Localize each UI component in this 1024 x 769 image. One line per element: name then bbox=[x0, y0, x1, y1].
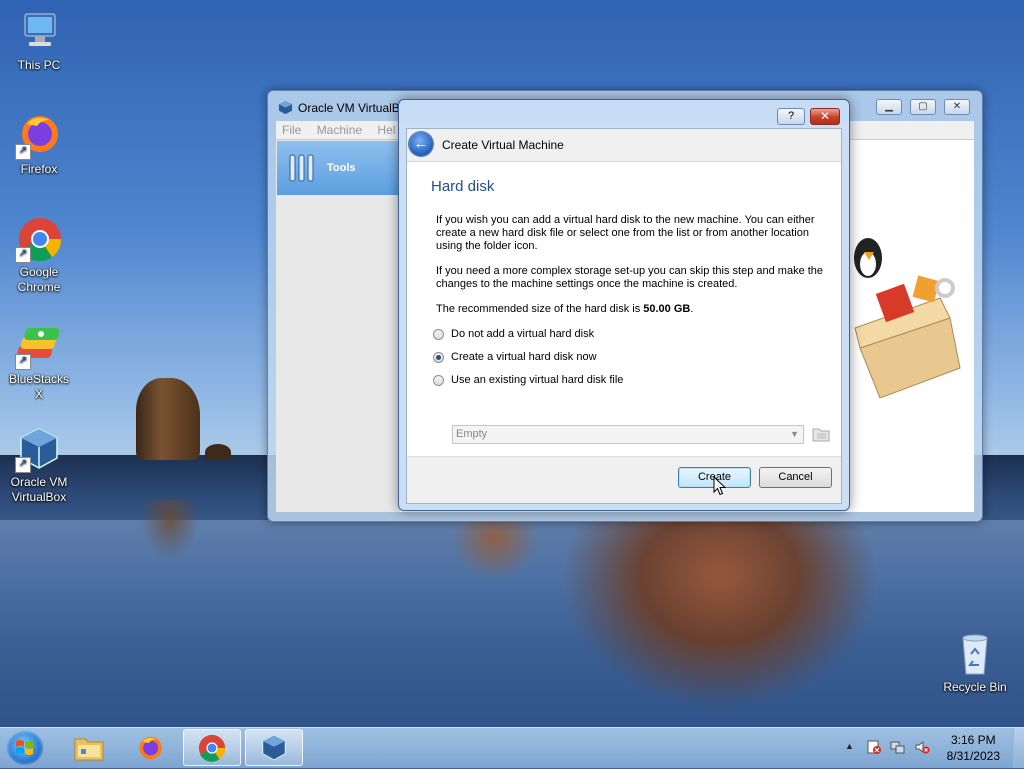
back-arrow-icon[interactable]: ← bbox=[409, 132, 433, 156]
help-button[interactable]: ? bbox=[777, 108, 805, 125]
choose-disk-folder-button[interactable] bbox=[812, 426, 830, 442]
menu-machine[interactable]: Machine bbox=[311, 121, 368, 139]
folder-icon bbox=[74, 738, 104, 760]
radio-create-disk[interactable] bbox=[433, 351, 444, 363]
option-label: Create a virtual hard disk now bbox=[451, 351, 597, 363]
existing-disk-select[interactable]: Empty ▼ bbox=[452, 425, 804, 444]
virtualbox-icon bbox=[278, 100, 293, 118]
radio-existing-disk[interactable] bbox=[433, 374, 444, 386]
desktop-icon-bluestacks[interactable]: ↗ BlueStacks X bbox=[4, 322, 74, 402]
windows-logo-icon bbox=[16, 740, 33, 755]
recycle-bin-icon bbox=[951, 630, 999, 678]
recommended-size-value: 50.00 GB bbox=[643, 303, 691, 315]
radio-no-disk[interactable] bbox=[433, 328, 444, 340]
wallpaper-reflection bbox=[560, 520, 880, 710]
machine-list-pane: Tools bbox=[276, 140, 401, 512]
folder-icon bbox=[812, 428, 830, 442]
desktop-icon-firefox[interactable]: ↗ Firefox bbox=[4, 112, 74, 177]
menu-help[interactable]: Hel bbox=[371, 121, 401, 139]
option-existing-disk[interactable]: Use an existing virtual hard disk file bbox=[433, 374, 623, 386]
page-title: Hard disk bbox=[431, 178, 495, 195]
desktop-icon-label: Firefox bbox=[20, 162, 58, 176]
wallpaper-reflection-3 bbox=[140, 500, 200, 560]
shortcut-arrow-icon: ↗ bbox=[15, 247, 31, 263]
option-create-disk[interactable]: Create a virtual hard disk now bbox=[433, 351, 597, 363]
desktop-icon-label: Recycle Bin bbox=[943, 680, 1007, 694]
bluestacks-icon: ↗ bbox=[15, 322, 63, 370]
taskbar-chrome[interactable] bbox=[183, 729, 241, 766]
window-title: Oracle VM VirtualB bbox=[298, 101, 400, 115]
clock-date: 8/31/2023 bbox=[946, 749, 1000, 763]
dialog-header: ← Create Virtual Machine bbox=[407, 129, 841, 162]
taskbar: ▲ 3:16 PM 8/31/2023 bbox=[0, 727, 1024, 768]
system-clock[interactable]: 3:16 PM 8/31/2023 bbox=[947, 732, 1000, 764]
firefox-icon: ↗ bbox=[15, 112, 63, 160]
computer-icon bbox=[15, 8, 63, 56]
shortcut-arrow-icon: ↗ bbox=[15, 354, 31, 370]
chrome-icon: ↗ bbox=[15, 215, 63, 263]
intro-paragraph: If you wish you can add a virtual hard d… bbox=[436, 214, 815, 252]
maximize-button[interactable]: ▢ bbox=[910, 99, 936, 115]
desktop-icon-label: BlueStacks X bbox=[8, 372, 70, 401]
option-label: Do not add a virtual hard disk bbox=[451, 328, 595, 340]
wallpaper-rock-small bbox=[205, 444, 231, 460]
recommended-prefix: The recommended size of the hard disk is bbox=[436, 303, 644, 315]
desktop-icon-label: This PC bbox=[17, 58, 61, 72]
chevron-down-icon: ▼ bbox=[790, 429, 799, 439]
shortcut-arrow-icon: ↗ bbox=[15, 144, 31, 160]
storage-paragraph: If you need a more complex storage set-u… bbox=[436, 265, 824, 290]
dialog-footer: Create Cancel bbox=[407, 456, 841, 503]
desktop-icon-label: Oracle VM VirtualBox bbox=[10, 475, 68, 504]
create-vm-dialog[interactable]: ? ✕ ← Create Virtual Machine Hard disk I… bbox=[398, 99, 850, 511]
action-center-icon[interactable] bbox=[866, 739, 882, 758]
recommended-size-text: The recommended size of the hard disk is… bbox=[436, 303, 828, 316]
network-icon[interactable] bbox=[890, 739, 906, 758]
clock-time: 3:16 PM bbox=[950, 733, 996, 747]
select-value: Empty bbox=[456, 428, 488, 440]
toolbox-illustration-icon bbox=[840, 218, 970, 401]
dialog-close-button[interactable]: ✕ bbox=[810, 108, 840, 125]
desktop-icon-recycle-bin[interactable]: Recycle Bin bbox=[940, 630, 1010, 695]
show-desktop-button[interactable] bbox=[1013, 728, 1024, 768]
recommended-suffix: . bbox=[690, 303, 694, 315]
wallpaper-reflection-2 bbox=[450, 520, 540, 580]
desktop-icon-this-pc[interactable]: This PC bbox=[4, 8, 74, 73]
virtualbox-icon bbox=[262, 734, 286, 760]
minimize-button[interactable]: ▁ bbox=[876, 99, 902, 115]
menu-file[interactable]: File bbox=[276, 121, 307, 139]
tools-item[interactable]: Tools bbox=[277, 141, 399, 195]
tools-label: Tools bbox=[327, 162, 356, 174]
chrome-icon bbox=[198, 734, 226, 762]
taskbar-firefox[interactable] bbox=[121, 729, 179, 766]
shortcut-arrow-icon: ↗ bbox=[15, 457, 31, 473]
option-label: Use an existing virtual hard disk file bbox=[451, 374, 624, 386]
wallpaper-rock bbox=[136, 378, 200, 460]
taskbar-virtualbox[interactable] bbox=[245, 729, 303, 766]
dialog-title: Create Virtual Machine bbox=[442, 138, 564, 152]
firefox-icon bbox=[139, 736, 162, 759]
dialog-body: ← Create Virtual Machine Hard disk If yo… bbox=[406, 128, 842, 504]
volume-muted-icon[interactable] bbox=[914, 739, 930, 758]
desktop-icon-label: Google Chrome bbox=[17, 265, 61, 294]
tools-icon bbox=[287, 151, 317, 186]
desktop-icon-chrome[interactable]: ↗ Google Chrome bbox=[4, 215, 74, 295]
cancel-button[interactable]: Cancel bbox=[759, 467, 832, 488]
taskbar-file-explorer[interactable] bbox=[60, 729, 118, 766]
option-no-disk[interactable]: Do not add a virtual hard disk bbox=[433, 328, 594, 340]
start-button[interactable] bbox=[6, 730, 44, 766]
show-hidden-icons-button[interactable]: ▲ bbox=[845, 741, 854, 751]
desktop-icon-virtualbox[interactable]: ↗ Oracle VM VirtualBox bbox=[4, 425, 74, 505]
close-button[interactable]: ✕ bbox=[944, 99, 970, 115]
virtualbox-icon: ↗ bbox=[15, 425, 63, 473]
